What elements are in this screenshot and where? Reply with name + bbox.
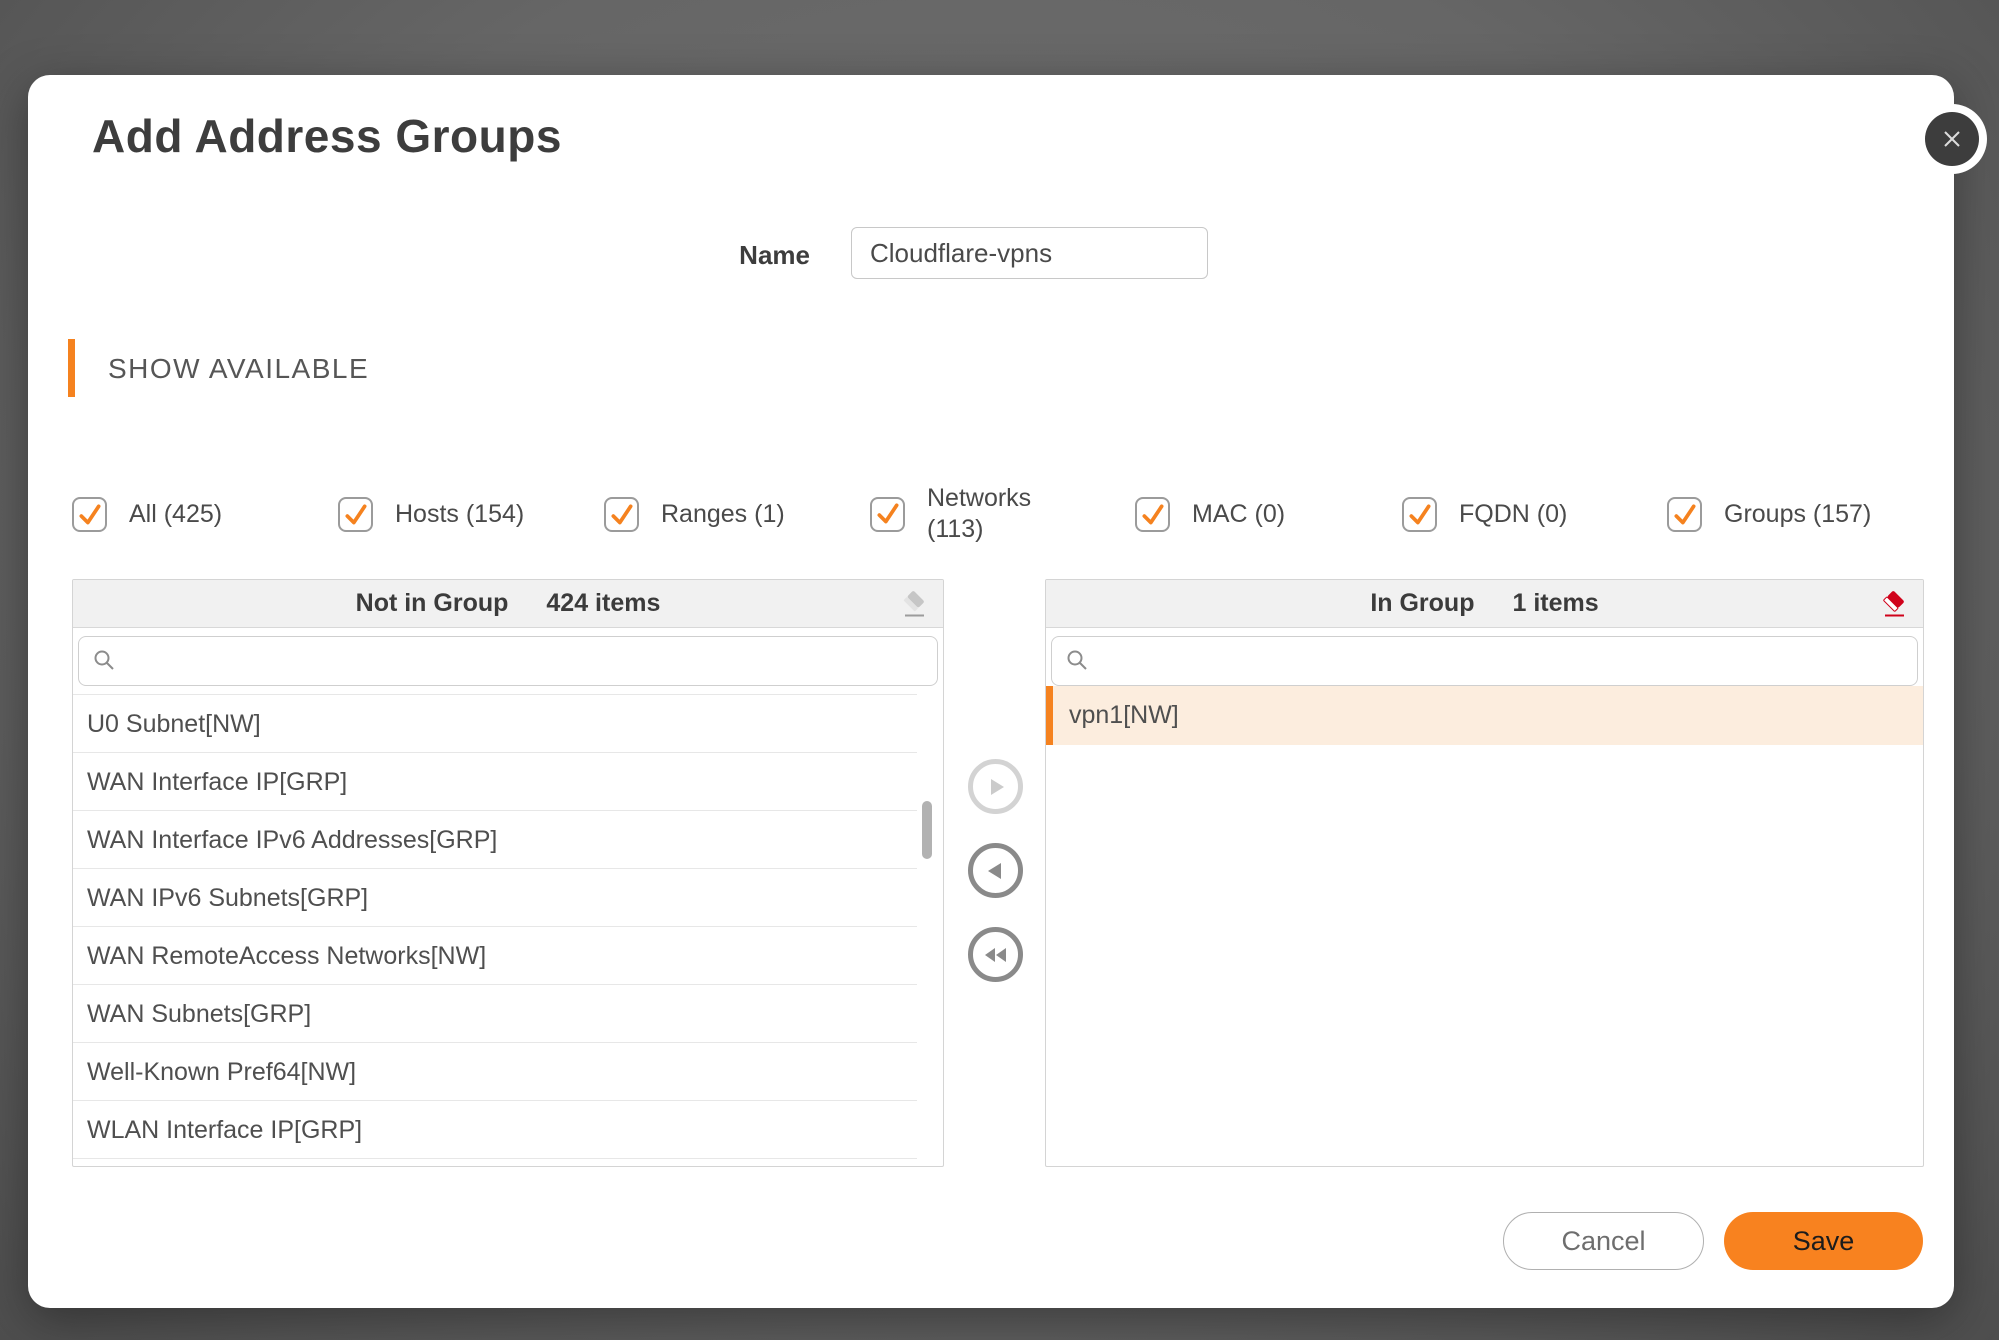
in-group-list: vpn1[NW]: [1046, 686, 1923, 745]
in-group-count: 1 items: [1512, 589, 1598, 618]
move-right-button[interactable]: [968, 759, 1023, 814]
clear-list-eraser-icon[interactable]: [898, 588, 930, 620]
not-in-group-panel: Not in Group 424 items U0 Subnet[NW]: [72, 579, 944, 1167]
move-left-button[interactable]: [968, 843, 1023, 898]
list-item[interactable]: WAN RemoteAccess Networks[NW]: [73, 927, 917, 985]
type-filter-checkbox-item[interactable]: Hosts (154): [338, 497, 524, 532]
list-item[interactable]: WAN Subnets[GRP]: [73, 985, 917, 1043]
type-filter-checkbox-item[interactable]: Groups (157): [1667, 497, 1871, 532]
checkbox-checked-icon[interactable]: [1667, 497, 1702, 532]
search-icon: [92, 648, 118, 674]
arrow-right-icon: [985, 776, 1007, 798]
checkbox-checked-icon[interactable]: [870, 497, 905, 532]
in-group-panel: In Group 1 items vpn1[NW]: [1045, 579, 1924, 1167]
filter-label: Groups (157): [1724, 500, 1871, 529]
save-button[interactable]: Save: [1724, 1212, 1923, 1270]
type-filter-checkbox-item[interactable]: Networks (113): [870, 483, 1055, 545]
clear-group-eraser-icon[interactable]: [1878, 588, 1910, 620]
checkbox-checked-icon[interactable]: [604, 497, 639, 532]
checkbox-checked-icon[interactable]: [1135, 497, 1170, 532]
list-item[interactable]: WAN Interface IP[GRP]: [73, 753, 917, 811]
list-scrollbar-thumb[interactable]: [922, 801, 932, 859]
not-in-group-search-input[interactable]: [128, 647, 924, 675]
list-item[interactable]: WAN Interface IPv6 Addresses[GRP]: [73, 811, 917, 869]
list-item[interactable]: WAN IPv6 Subnets[GRP]: [73, 869, 917, 927]
in-group-header: In Group 1 items: [1046, 580, 1923, 628]
in-group-search[interactable]: [1051, 636, 1918, 686]
close-button[interactable]: [1925, 112, 1979, 166]
selected-group-member[interactable]: vpn1[NW]: [1046, 686, 1923, 745]
list-item[interactable]: WLAN Interface IP[GRP]: [73, 1101, 917, 1159]
section-header-show-available: SHOW AVAILABLE: [108, 353, 369, 385]
not-in-group-title: Not in Group: [356, 589, 509, 618]
not-in-group-count: 424 items: [546, 589, 660, 618]
type-filter-checkbox-item[interactable]: Ranges (1): [604, 497, 785, 532]
dialog-title: Add Address Groups: [92, 109, 562, 163]
search-icon: [1065, 648, 1091, 674]
list-item[interactable]: U0 Subnet[NW]: [73, 695, 917, 753]
close-icon: [1940, 127, 1964, 151]
checkbox-checked-icon[interactable]: [338, 497, 373, 532]
not-in-group-search[interactable]: [78, 636, 938, 686]
filter-label: Hosts (154): [395, 500, 524, 529]
in-group-search-input[interactable]: [1101, 647, 1904, 675]
checkbox-checked-icon[interactable]: [72, 497, 107, 532]
type-filter-checkbox-item[interactable]: All (425): [72, 497, 222, 532]
checkbox-checked-icon[interactable]: [1402, 497, 1437, 532]
filter-label: FQDN (0): [1459, 500, 1567, 529]
double-arrow-left-icon: [983, 944, 1009, 966]
add-address-groups-dialog: Add Address Groups Name SHOW AVAILABLE A…: [28, 75, 1954, 1308]
section-accent-bar: [68, 339, 75, 397]
filter-label: Ranges (1): [661, 500, 785, 529]
name-field-label: Name: [628, 240, 810, 271]
type-filter-checkbox-item[interactable]: FQDN (0): [1402, 497, 1567, 532]
move-all-left-button[interactable]: [968, 927, 1023, 982]
in-group-title: In Group: [1370, 589, 1474, 618]
arrow-left-icon: [985, 860, 1007, 882]
name-input[interactable]: [851, 227, 1208, 279]
list-item[interactable]: Well-Known Pref64[NW]: [73, 1043, 917, 1101]
filter-label: MAC (0): [1192, 500, 1285, 529]
not-in-group-list: U0 Subnet[NW] WAN Interface IP[GRP] WAN …: [73, 686, 943, 1159]
filter-label: All (425): [129, 500, 222, 529]
not-in-group-header: Not in Group 424 items: [73, 580, 943, 628]
filter-label: Networks (113): [927, 483, 1055, 545]
type-filter-checkbox-item[interactable]: MAC (0): [1135, 497, 1285, 532]
cancel-button[interactable]: Cancel: [1503, 1212, 1704, 1270]
